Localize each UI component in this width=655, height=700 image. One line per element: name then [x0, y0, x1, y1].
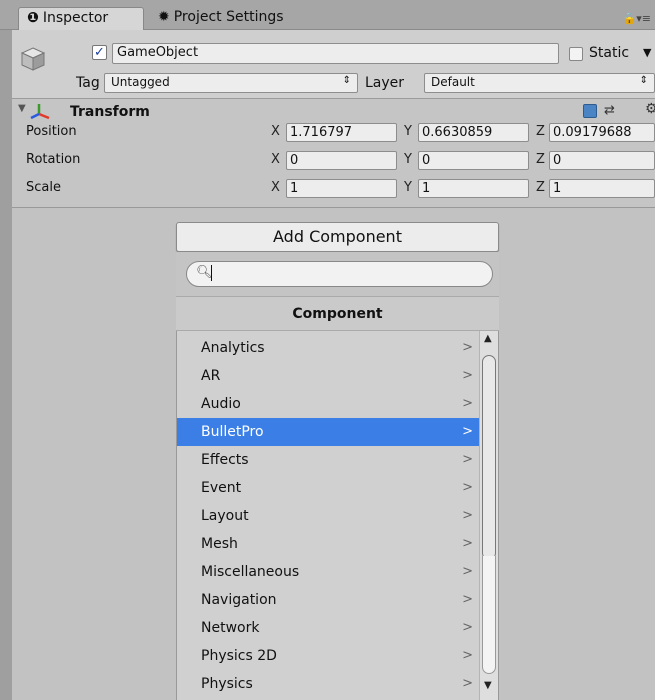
axis-z-label: Z	[536, 124, 545, 139]
scale-z-field[interactable]: 1	[549, 179, 655, 198]
axis-z-label: Z	[536, 152, 545, 167]
tab-inspector-label: Inspector	[42, 10, 109, 26]
component-header: Component	[176, 297, 499, 331]
position-y-field[interactable]: 0.6630859	[418, 123, 529, 142]
divider	[12, 207, 655, 208]
list-item-label: Analytics	[201, 340, 265, 356]
axis-y-label: Y	[404, 152, 412, 167]
gear-icon: ✹	[158, 9, 170, 25]
chevron-right-icon: >	[462, 508, 473, 523]
scale-x-field[interactable]: 1	[286, 179, 397, 198]
list-item-label: Layout	[201, 508, 249, 524]
list-item-navigation[interactable]: Navigation >	[177, 586, 479, 614]
list-item-physics-2d[interactable]: Physics 2D >	[177, 642, 479, 670]
tab-project-settings-label: Project Settings	[173, 9, 284, 25]
chevron-right-icon: >	[462, 396, 473, 411]
rotation-label: Rotation	[26, 152, 81, 167]
list-item-label: Event	[201, 480, 242, 496]
list-item-mesh[interactable]: Mesh >	[177, 530, 479, 558]
component-search-input[interactable]	[186, 261, 493, 287]
list-item-label: AR	[201, 368, 221, 384]
layer-value: Default	[431, 75, 475, 89]
transform-title: Transform	[70, 104, 150, 120]
layer-label: Layer	[365, 75, 405, 91]
list-item-label: Physics	[201, 676, 253, 692]
chevron-right-icon: >	[462, 536, 473, 551]
tab-inspector[interactable]: ❶ Inspector	[18, 7, 144, 30]
chevron-right-icon: >	[462, 592, 473, 607]
axis-x-label: X	[271, 180, 280, 195]
component-list: Analytics > AR > Audio > BulletPro > Effects…	[177, 331, 479, 700]
transform-axes-icon	[30, 104, 50, 120]
axis-y-label: Y	[404, 124, 412, 139]
static-checkbox[interactable]	[569, 47, 583, 61]
chevron-right-icon: >	[462, 620, 473, 635]
list-item-audio[interactable]: Audio >	[177, 390, 479, 418]
lock-menu-icon[interactable]: 🔒▾≡	[623, 12, 651, 25]
chevron-right-icon: >	[462, 648, 473, 663]
list-item-label: BulletPro	[201, 424, 264, 440]
chevron-right-icon: >	[462, 676, 473, 691]
scrollbar-lower-track[interactable]	[482, 556, 496, 674]
tag-value: Untagged	[111, 75, 170, 89]
scroll-up-arrow-icon[interactable]: ▲	[484, 333, 492, 344]
chevron-right-icon: >	[462, 452, 473, 467]
list-item-event[interactable]: Event >	[177, 474, 479, 502]
object-name-field[interactable]: GameObject	[112, 43, 559, 64]
list-item-label: Navigation	[201, 592, 277, 608]
list-item-label: Miscellaneous	[201, 564, 300, 580]
dropdown-arrows-icon: ⇕	[342, 75, 351, 86]
scale-label: Scale	[26, 180, 61, 195]
list-item-layout[interactable]: Layout >	[177, 502, 479, 530]
list-item-analytics[interactable]: Analytics >	[177, 334, 479, 362]
layer-dropdown[interactable]: Default ⇕	[424, 73, 655, 93]
list-item-label: Network	[201, 620, 260, 636]
static-label: Static	[589, 45, 630, 61]
component-gear-icon[interactable]: ⚙	[645, 101, 655, 117]
chevron-right-icon: >	[462, 564, 473, 579]
tag-dropdown[interactable]: Untagged ⇕	[104, 73, 358, 93]
rotation-y-field[interactable]: 0	[418, 151, 529, 170]
scale-y-field[interactable]: 1	[418, 179, 529, 198]
tab-project-settings[interactable]: ✹ Project Settings	[150, 7, 310, 30]
chevron-right-icon: >	[462, 424, 473, 439]
position-z-field[interactable]: 0.09179688	[549, 123, 655, 142]
axis-x-label: X	[271, 124, 280, 139]
axis-z-label: Z	[536, 180, 545, 195]
list-item-physics[interactable]: Physics >	[177, 670, 479, 698]
text-caret	[211, 265, 212, 281]
list-item-bulletpro[interactable]: BulletPro >	[177, 418, 479, 446]
presets-icon[interactable]: ⇄	[604, 103, 615, 118]
foldout-arrow-icon[interactable]: ▼	[18, 103, 26, 114]
static-dropdown-arrow-icon[interactable]: ▼	[643, 46, 651, 59]
tag-label: Tag	[76, 75, 100, 91]
list-item-label: Mesh	[201, 536, 238, 552]
left-panel-edge	[0, 30, 12, 700]
info-icon: ❶	[27, 10, 39, 26]
rotation-x-field[interactable]: 0	[286, 151, 397, 170]
chevron-right-icon: >	[462, 368, 473, 383]
axis-y-label: Y	[404, 180, 412, 195]
scroll-down-arrow-icon[interactable]: ▼	[484, 680, 492, 691]
add-component-button[interactable]: Add Component	[176, 222, 499, 252]
rotation-z-field[interactable]: 0	[549, 151, 655, 170]
chevron-right-icon: >	[462, 340, 473, 355]
position-x-field[interactable]: 1.716797	[286, 123, 397, 142]
active-checkbox[interactable]: ✓	[92, 45, 107, 60]
cube-icon	[20, 47, 46, 71]
list-item-miscellaneous[interactable]: Miscellaneous >	[177, 558, 479, 586]
axis-x-label: X	[271, 152, 280, 167]
list-item-label: Effects	[201, 452, 249, 468]
dropdown-arrows-icon: ⇕	[639, 75, 648, 86]
scrollbar-thumb[interactable]	[482, 355, 496, 560]
list-item-label: Physics 2D	[201, 648, 277, 664]
list-item-network[interactable]: Network >	[177, 614, 479, 642]
list-item-effects[interactable]: Effects >	[177, 446, 479, 474]
list-item-label: Audio	[201, 396, 241, 412]
list-item-ar[interactable]: AR >	[177, 362, 479, 390]
position-label: Position	[26, 124, 77, 139]
chevron-right-icon: >	[462, 480, 473, 495]
help-book-icon[interactable]	[583, 104, 597, 118]
